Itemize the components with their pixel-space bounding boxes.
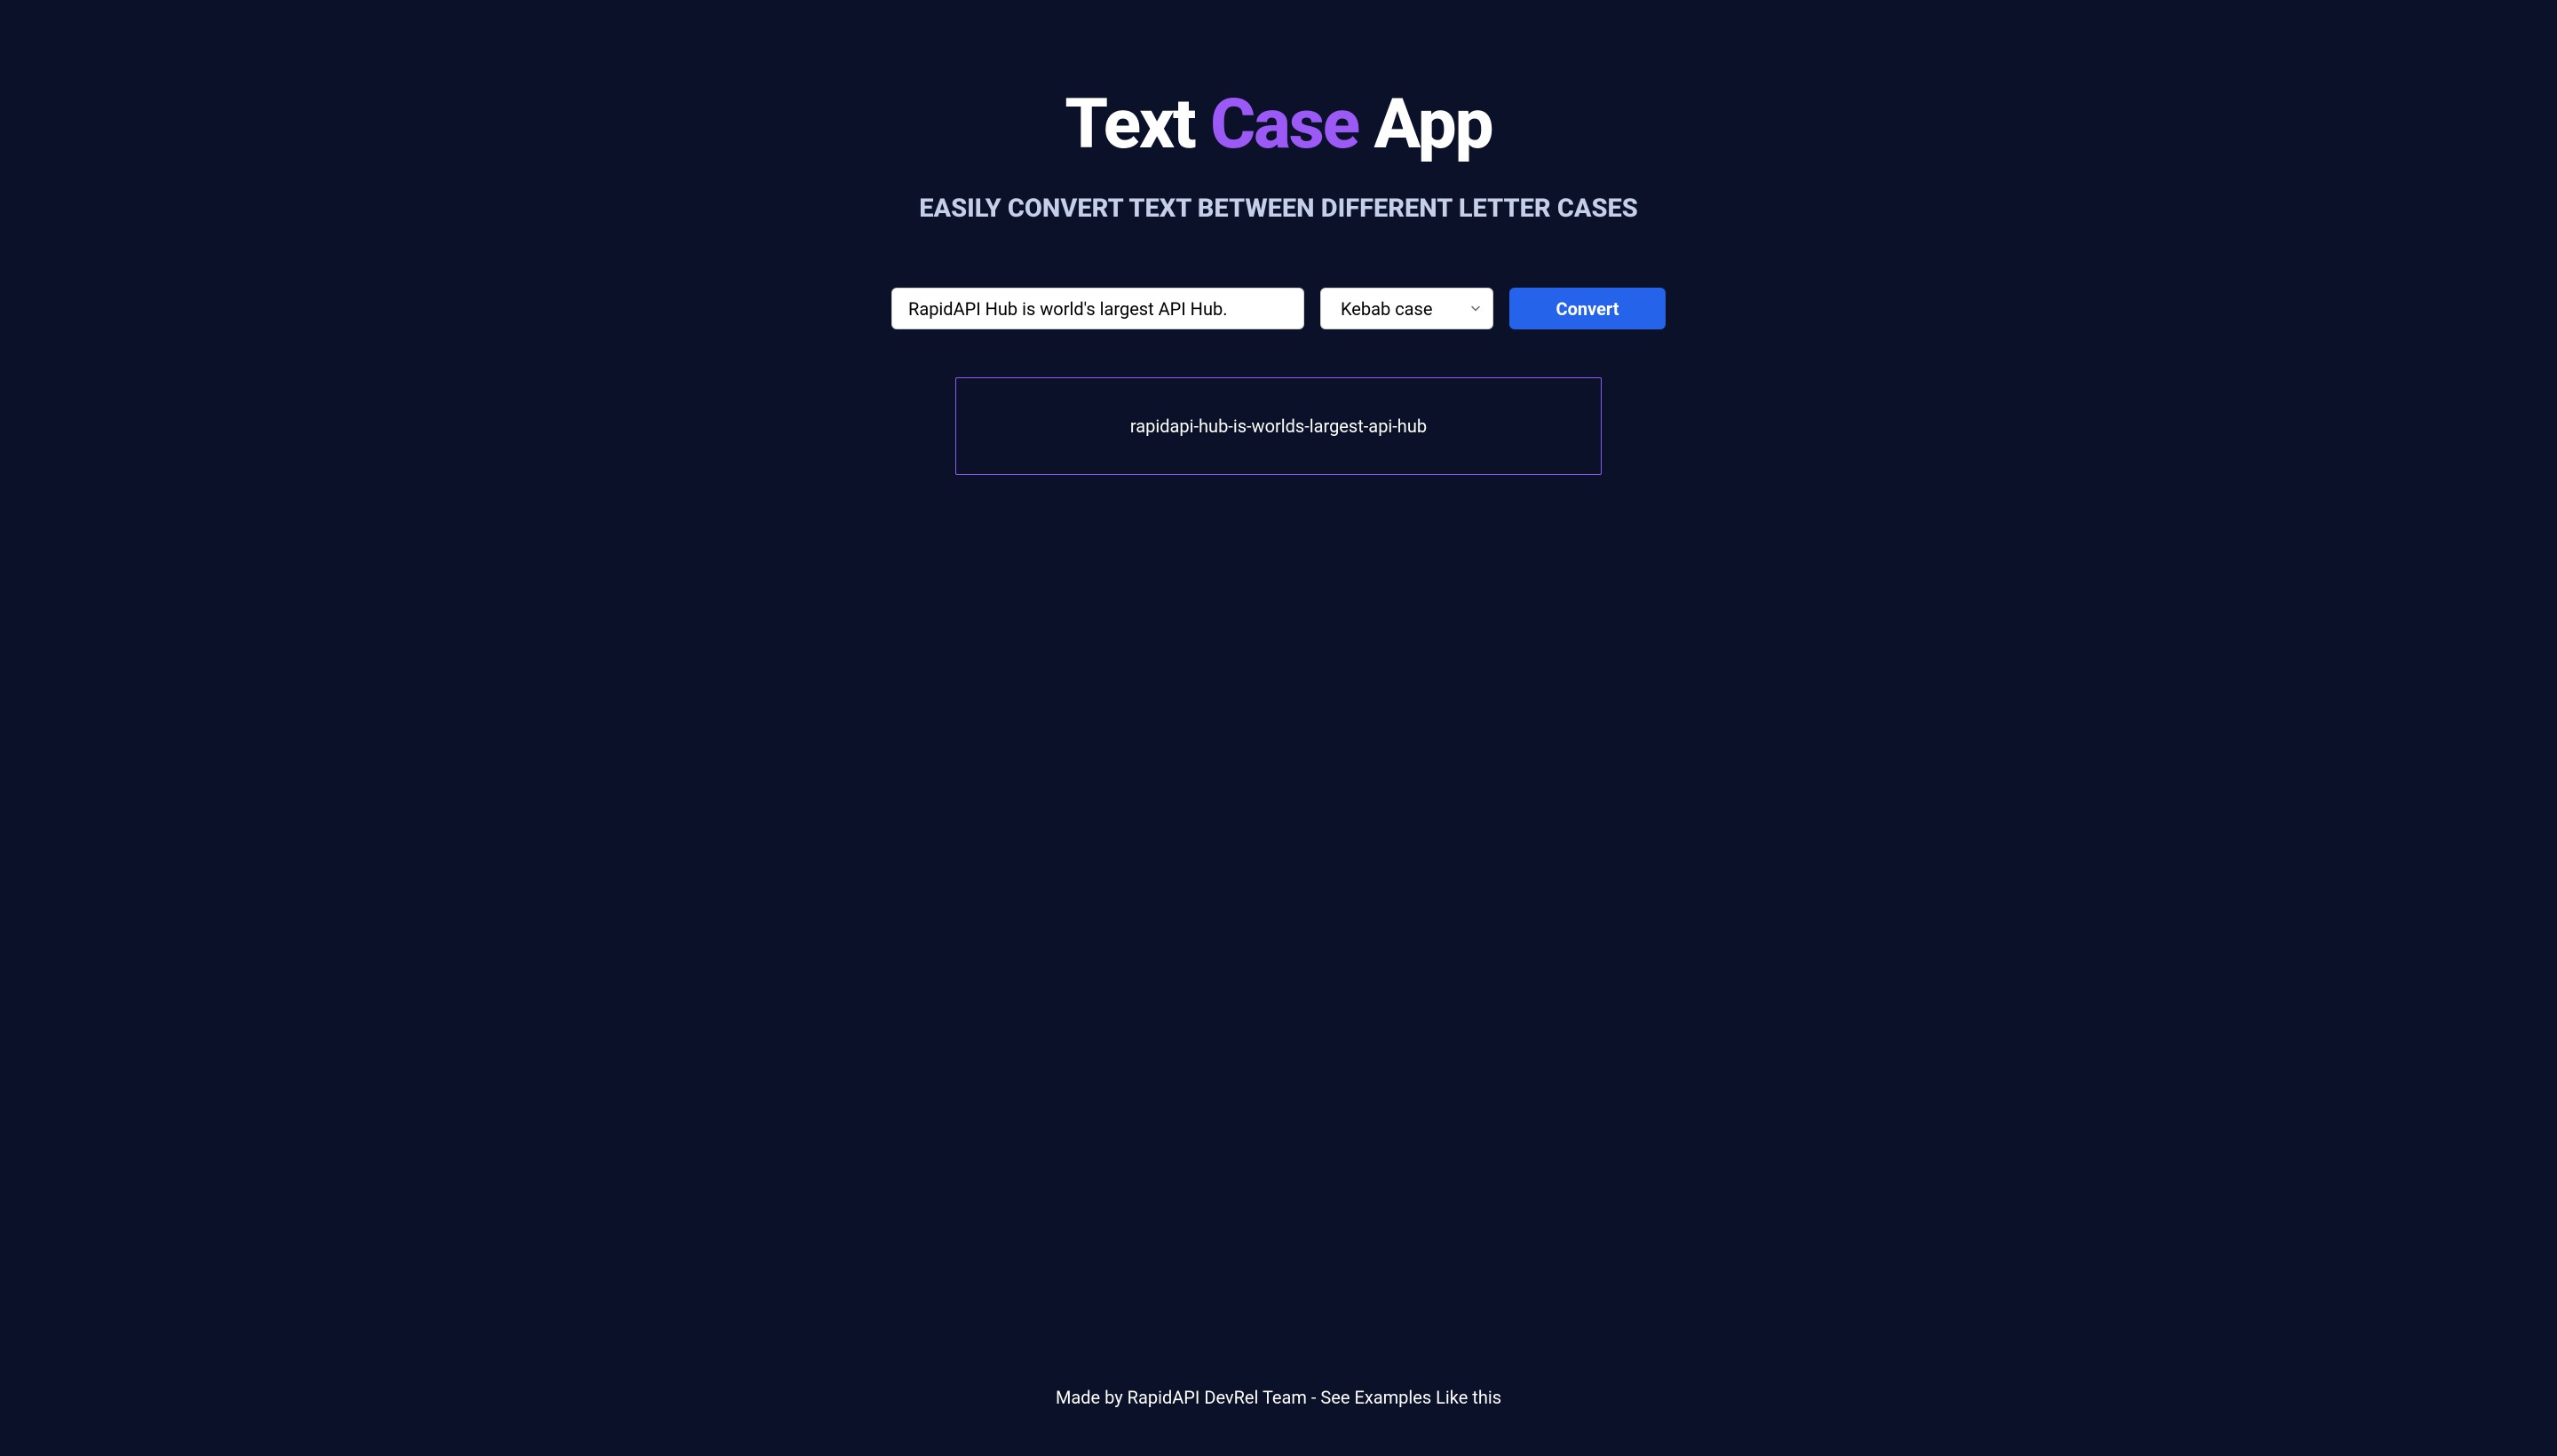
title-text-2: App — [1358, 84, 1492, 165]
app-title: Text Case App — [1065, 84, 1492, 165]
footer-separator: - — [1307, 1387, 1320, 1408]
result-box: rapidapi-hub-is-worlds-largest-api-hub — [955, 377, 1602, 475]
case-select[interactable]: Kebab case — [1320, 288, 1493, 329]
convert-button[interactable]: Convert — [1509, 288, 1666, 329]
footer-examples-link[interactable]: See Examples Like this — [1320, 1387, 1501, 1408]
footer: Made by RapidAPI DevRel Team - See Examp… — [0, 1387, 2557, 1408]
title-highlight: Case — [1210, 84, 1358, 165]
app-subtitle: EASILY CONVERT TEXT BETWEEN DIFFERENT LE… — [919, 194, 1638, 224]
result-text: rapidapi-hub-is-worlds-largest-api-hub — [1130, 415, 1427, 437]
footer-text: Made by RapidAPI DevRel Team - See Examp… — [0, 1387, 2557, 1408]
title-text-1: Text — [1065, 84, 1210, 165]
case-select-wrapper: Kebab case — [1320, 288, 1493, 329]
conversion-form: Kebab case Convert — [891, 288, 1666, 329]
footer-prefix: Made by — [1056, 1387, 1128, 1408]
footer-maker-link[interactable]: RapidAPI DevRel Team — [1128, 1387, 1307, 1408]
text-input[interactable] — [891, 288, 1304, 329]
